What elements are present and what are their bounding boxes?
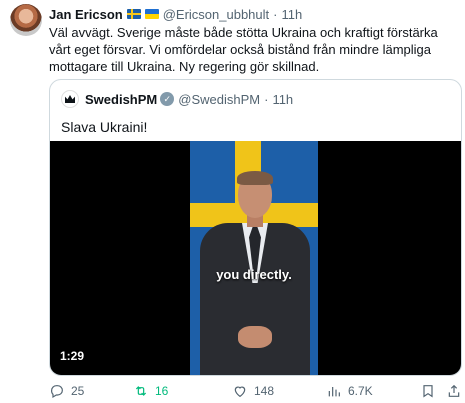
- tweet-header: Jan Ericson @Ericson_ubbhult · 11h: [49, 5, 302, 23]
- quoted-author-handle[interactable]: @SwedishPM: [178, 92, 260, 107]
- views-button[interactable]: 6.7K: [326, 383, 373, 399]
- sweden-flag-icon: [126, 9, 141, 19]
- like-button[interactable]: 148: [232, 383, 274, 399]
- quoted-author-name[interactable]: SwedishPM: [85, 92, 157, 107]
- speaker-hands: [238, 326, 272, 348]
- bookmark-icon: [423, 385, 433, 398]
- views-count: 6.7K: [348, 384, 373, 398]
- reply-button[interactable]: 25: [49, 383, 84, 399]
- crown-icon: [65, 95, 75, 103]
- quoted-time[interactable]: 11h: [272, 92, 293, 107]
- separator-dot: ·: [273, 6, 278, 22]
- verified-badge-icon: ✓: [160, 92, 175, 106]
- author-avatar[interactable]: [10, 4, 42, 36]
- tweet-actions: 25 16 148 6.7K: [49, 383, 462, 401]
- like-count: 148: [254, 384, 275, 398]
- quoted-header: SwedishPM ✓ @SwedishPM · 11h: [61, 90, 293, 108]
- retweet-icon: [135, 386, 147, 396]
- reply-count: 25: [71, 384, 85, 398]
- speaker-hair: [237, 171, 273, 185]
- video-caption: you directly.: [216, 267, 292, 282]
- author-name[interactable]: Jan Ericson: [49, 7, 123, 22]
- bookmark-button[interactable]: [420, 383, 442, 399]
- author-handle[interactable]: @Ericson_ubbhult: [163, 7, 269, 22]
- share-button[interactable]: [446, 383, 465, 399]
- reply-icon: [51, 385, 63, 399]
- share-icon: [448, 384, 460, 397]
- quoted-avatar[interactable]: [61, 90, 79, 108]
- retweet-button[interactable]: 16: [133, 383, 168, 399]
- like-icon: [234, 386, 246, 398]
- tweet-time[interactable]: 11h: [281, 7, 302, 22]
- retweet-count: 16: [155, 384, 169, 398]
- video-player[interactable]: you directly. 1:29: [50, 141, 461, 375]
- views-icon: [328, 387, 340, 397]
- ukraine-flag-icon: [144, 9, 159, 19]
- video-frame: you directly.: [190, 141, 318, 375]
- separator-dot: ·: [264, 91, 269, 107]
- tweet[interactable]: Jan Ericson @Ericson_ubbhult · 11h Väl a…: [0, 0, 465, 403]
- tweet-text: Väl avvägt. Sverige måste både stötta Uk…: [49, 25, 438, 74]
- quoted-tweet[interactable]: SwedishPM ✓ @SwedishPM · 11h Slava Ukrai…: [49, 79, 462, 376]
- video-duration: 1:29: [60, 349, 85, 363]
- quoted-text: Slava Ukraini!: [61, 119, 148, 135]
